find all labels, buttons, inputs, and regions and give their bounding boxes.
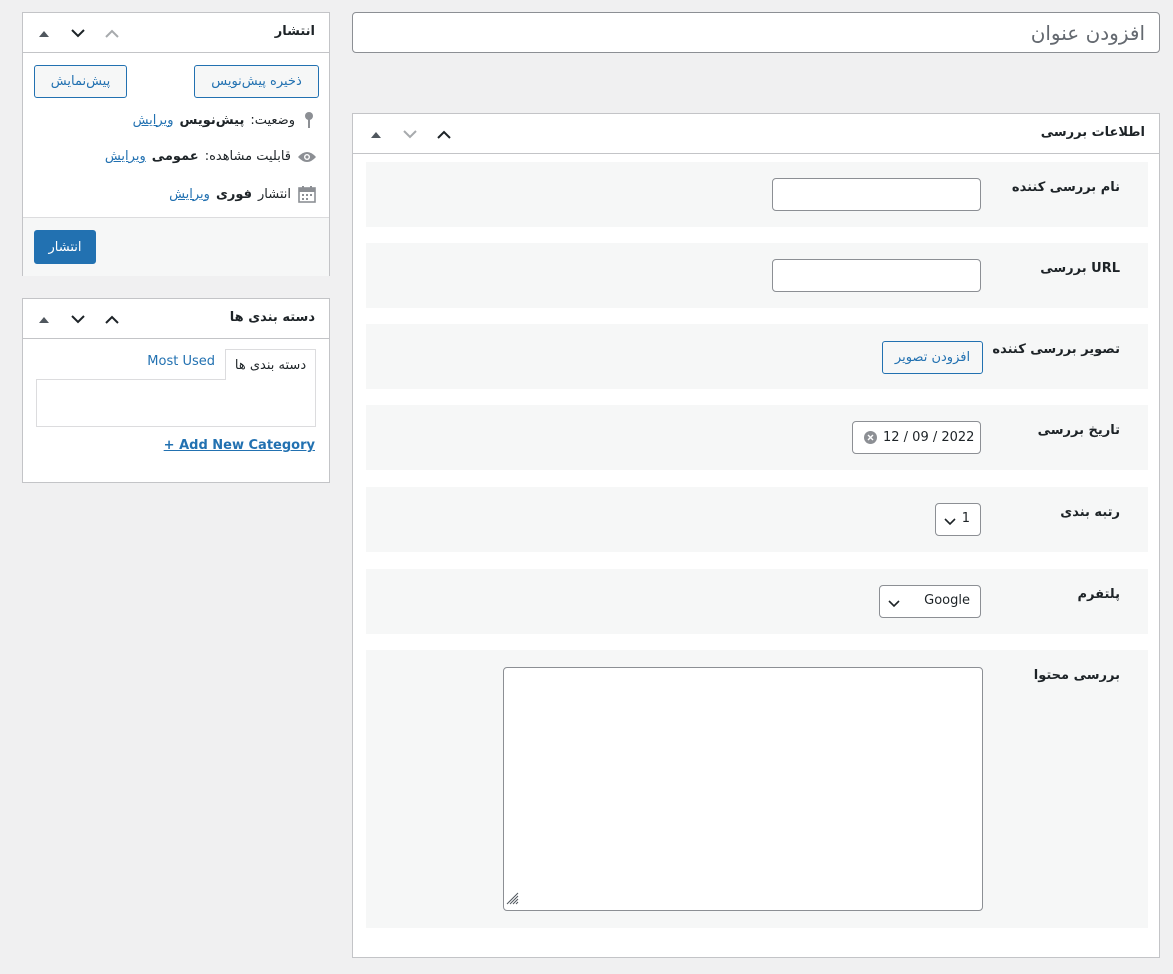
- platform-value: Google: [924, 593, 970, 608]
- reviewer-name-label: نام بررسی کننده: [1011, 180, 1120, 195]
- resize-grip-icon[interactable]: [505, 891, 519, 909]
- platform-label: پلتفرم: [1077, 587, 1120, 602]
- add-image-button[interactable]: افزودن تصویر: [882, 341, 983, 374]
- schedule-value: فوری: [215, 186, 252, 202]
- review-url-input[interactable]: [772, 259, 981, 292]
- platform-select[interactable]: Google: [879, 585, 981, 618]
- schedule-prefix: انتشار: [258, 186, 291, 202]
- categories-box-handles: [33, 309, 123, 329]
- categories-box: دسته بندی ها دسته بندی ها Most Used + Ad…: [22, 298, 330, 483]
- review-info-title: اطلاعات بررسی: [1040, 125, 1145, 140]
- rating-select[interactable]: 1: [935, 503, 981, 536]
- visibility-row: قابلیت مشاهده: عمومی ویرایش: [105, 149, 317, 164]
- reviewer-name-input[interactable]: [772, 178, 981, 211]
- review-url-row: URL بررسی: [366, 243, 1148, 308]
- review-date-value: 12 / 09 / 2022: [883, 430, 975, 445]
- chevron-down-icon[interactable]: [67, 23, 89, 43]
- review-date-label: تاریخ بررسی: [1037, 423, 1120, 438]
- review-info-box: اطلاعات بررسی نام بررسی کننده URL بررسی …: [352, 113, 1160, 958]
- reviewer-image-row: تصویر بررسی کننده افزودن تصویر: [366, 324, 1148, 389]
- status-row: وضعیت: پیش‌نویس ویرایش: [133, 111, 317, 129]
- tab-all-categories[interactable]: دسته بندی ها: [225, 349, 316, 380]
- review-content-label: بررسی محتوا: [1033, 668, 1120, 683]
- review-date-row: تاریخ بررسی 12 / 09 / 2022: [366, 405, 1148, 470]
- rating-row: رتبه بندی 1: [366, 487, 1148, 552]
- categories-list-panel[interactable]: [36, 379, 316, 427]
- categories-title: دسته بندی ها: [229, 310, 315, 325]
- schedule-edit-link[interactable]: ویرایش: [169, 187, 210, 202]
- triangle-up-icon[interactable]: [33, 23, 55, 43]
- publish-box-handles: [33, 23, 123, 43]
- status-value: پیش‌نویس: [179, 112, 245, 128]
- publish-button[interactable]: انتشار: [34, 230, 96, 264]
- add-new-category-link[interactable]: + Add New Category: [164, 438, 315, 453]
- visibility-edit-link[interactable]: ویرایش: [105, 149, 146, 164]
- save-draft-button[interactable]: ذخیره پیش‌نویس: [194, 65, 319, 98]
- reviewer-image-label: تصویر بررسی کننده: [992, 342, 1120, 357]
- status-edit-link[interactable]: ویرایش: [133, 113, 174, 128]
- chevron-down-icon: [888, 597, 900, 612]
- chevron-down-icon[interactable]: [67, 309, 89, 329]
- review-content-row: بررسی محتوا: [366, 650, 1148, 928]
- triangle-up-icon[interactable]: [365, 124, 387, 144]
- review-url-label: URL بررسی: [1040, 261, 1120, 276]
- chevron-up-icon[interactable]: [433, 124, 455, 144]
- platform-row: پلتفرم Google: [366, 569, 1148, 634]
- chevron-down-icon: [944, 515, 956, 530]
- rating-value: 1: [961, 511, 970, 526]
- categories-header: دسته بندی ها: [23, 299, 329, 339]
- calendar-icon: [297, 185, 317, 203]
- status-prefix: وضعیت:: [250, 112, 295, 128]
- triangle-up-icon[interactable]: [33, 309, 55, 329]
- tab-most-used[interactable]: Most Used: [147, 354, 215, 369]
- pin-icon: [301, 111, 317, 129]
- review-content-textarea[interactable]: [503, 667, 983, 911]
- schedule-row: انتشار فوری ویرایش: [169, 185, 317, 203]
- visibility-value: عمومی: [151, 149, 199, 164]
- chevron-up-icon[interactable]: [101, 309, 123, 329]
- review-date-input[interactable]: 12 / 09 / 2022: [852, 421, 981, 454]
- reviewer-name-row: نام بررسی کننده: [366, 162, 1148, 227]
- publish-title: انتشار: [274, 24, 315, 39]
- publish-header: انتشار: [23, 13, 329, 53]
- clear-icon[interactable]: [864, 431, 877, 444]
- publish-actions: انتشار: [23, 217, 329, 276]
- review-info-header: اطلاعات بررسی: [353, 114, 1159, 154]
- publish-box: انتشار پیش‌نمایش ذخیره پیش‌نویس وضعیت: پ…: [22, 12, 330, 276]
- chevron-up-icon[interactable]: [101, 23, 123, 43]
- chevron-down-icon[interactable]: [399, 124, 421, 144]
- preview-button[interactable]: پیش‌نمایش: [34, 65, 127, 98]
- rating-label: رتبه بندی: [1060, 505, 1120, 520]
- eye-icon: [297, 150, 317, 164]
- review-box-handles: [365, 124, 455, 144]
- title-input[interactable]: [352, 12, 1160, 53]
- visibility-prefix: قابلیت مشاهده:: [204, 149, 291, 164]
